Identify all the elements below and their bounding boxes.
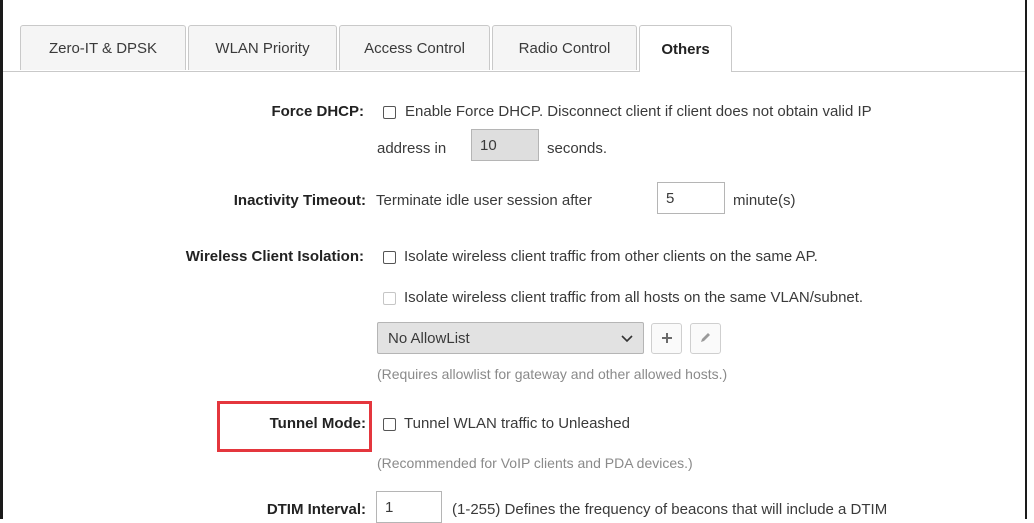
tunnel-mode-hint: (Recommended for VoIP clients and PDA de… bbox=[377, 455, 693, 471]
force-dhcp-label: Force DHCP: bbox=[271, 103, 364, 120]
window-margin bbox=[1027, 0, 1034, 519]
dtim-interval-text: (1-255) Defines the frequency of beacons… bbox=[452, 501, 888, 518]
inactivity-timeout-input[interactable] bbox=[657, 182, 725, 214]
isolation-same-ap-text: Isolate wireless client traffic from oth… bbox=[404, 248, 818, 265]
highlight-box bbox=[217, 401, 372, 452]
tab-zero-it-dpsk[interactable]: Zero-IT & DPSK bbox=[20, 25, 186, 70]
force-dhcp-checkbox[interactable] bbox=[383, 106, 396, 119]
window-border-left bbox=[0, 0, 3, 519]
inactivity-timeout-prefix: Terminate idle user session after bbox=[376, 192, 592, 209]
tunnel-mode-text: Tunnel WLAN traffic to Unleashed bbox=[404, 415, 630, 432]
tab-radio-control[interactable]: Radio Control bbox=[492, 25, 637, 70]
chevron-down-icon bbox=[621, 330, 633, 347]
allowlist-selected-value: No AllowList bbox=[388, 329, 470, 347]
pencil-icon bbox=[700, 330, 711, 348]
tab-access-control[interactable]: Access Control bbox=[339, 25, 490, 70]
isolation-vlan-checkbox[interactable] bbox=[383, 292, 396, 305]
isolation-same-ap-checkbox[interactable] bbox=[383, 251, 396, 264]
force-dhcp-seconds-input[interactable] bbox=[471, 129, 539, 161]
inactivity-timeout-label: Inactivity Timeout: bbox=[233, 192, 366, 209]
edit-allowlist-button[interactable] bbox=[690, 323, 721, 354]
force-dhcp-description: Enable Force DHCP. Disconnect client if … bbox=[405, 103, 872, 120]
allowlist-select[interactable]: No AllowList bbox=[377, 322, 644, 354]
add-allowlist-button[interactable] bbox=[651, 323, 682, 354]
plus-icon bbox=[661, 330, 672, 348]
inactivity-timeout-suffix: minute(s) bbox=[733, 192, 796, 209]
allowlist-hint: (Requires allowlist for gateway and othe… bbox=[377, 366, 728, 382]
tab-bar: Zero-IT & DPSK WLAN Priority Access Cont… bbox=[3, 0, 1025, 72]
tunnel-mode-checkbox[interactable] bbox=[383, 418, 396, 431]
dtim-interval-label: DTIM Interval: bbox=[266, 501, 366, 518]
force-dhcp-seconds-suffix: seconds. bbox=[547, 140, 608, 157]
force-dhcp-address-prefix: address in bbox=[377, 140, 447, 157]
tab-others[interactable]: Others bbox=[639, 25, 732, 72]
wireless-client-isolation-label: Wireless Client Isolation: bbox=[185, 248, 364, 265]
dtim-interval-input[interactable] bbox=[376, 491, 442, 523]
isolation-vlan-text: Isolate wireless client traffic from all… bbox=[404, 289, 864, 306]
tab-wlan-priority[interactable]: WLAN Priority bbox=[188, 25, 337, 70]
